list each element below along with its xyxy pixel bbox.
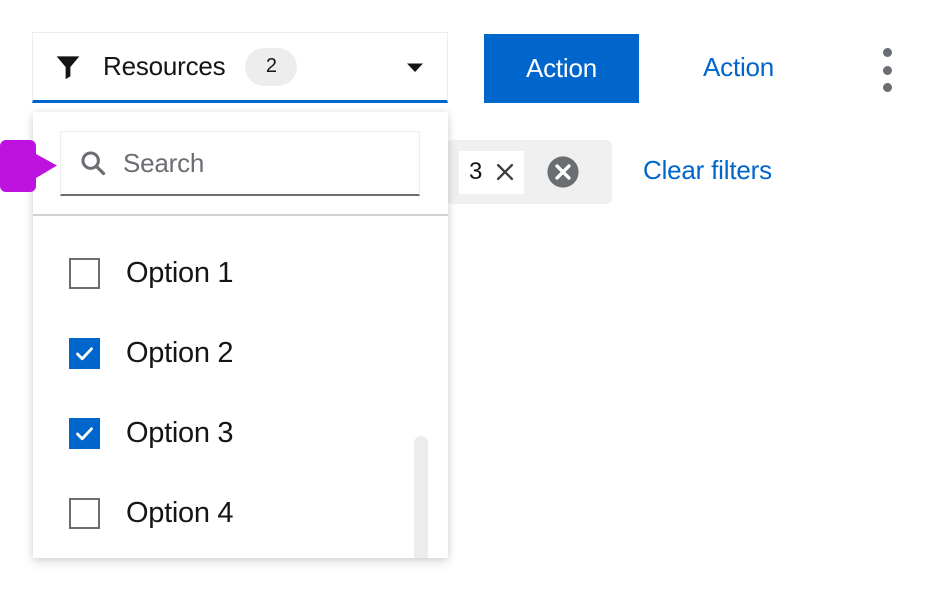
option-row[interactable]: Option 2 — [33, 313, 448, 393]
search-icon — [79, 149, 107, 177]
filter-dropdown-panel: Option 1 Option 2 Option 3 — [33, 112, 448, 558]
filter-count-badge: 2 — [245, 48, 297, 86]
primary-action-button[interactable]: Action — [484, 34, 639, 103]
option-label: Option 2 — [126, 337, 233, 370]
screen-root: Resources 2 Action Action 3 — [0, 0, 950, 610]
kebab-vertical-icon[interactable] — [872, 48, 902, 92]
kebab-dot — [883, 83, 892, 92]
filter-toggle-label: Resources — [103, 51, 225, 82]
checkbox-option-2[interactable] — [69, 338, 100, 369]
option-label: Option 1 — [126, 257, 233, 290]
close-icon[interactable] — [494, 161, 516, 183]
chevron-down-icon — [403, 55, 427, 79]
search-input[interactable] — [123, 144, 448, 182]
kebab-dot — [883, 48, 892, 57]
vertical-scrollbar[interactable] — [414, 324, 428, 558]
filter-toggle-resources[interactable]: Resources 2 — [32, 32, 448, 103]
funnel-icon — [55, 54, 81, 80]
filter-chip-label: 3 — [469, 158, 482, 186]
option-row[interactable]: Option 1 — [33, 233, 448, 313]
chip-group: 3 — [447, 140, 612, 204]
option-row[interactable]: Option 4 — [33, 473, 448, 553]
search-box[interactable] — [60, 131, 420, 196]
kebab-dot — [883, 66, 892, 75]
checkbox-option-3[interactable] — [69, 418, 100, 449]
checkbox-option-1[interactable] — [69, 258, 100, 289]
dropdown-search-area — [33, 112, 448, 214]
option-row[interactable]: Option 3 — [33, 393, 448, 473]
clear-filters-link[interactable]: Clear filters — [643, 155, 772, 186]
checkbox-option-4[interactable] — [69, 498, 100, 529]
secondary-action-link[interactable]: Action — [703, 52, 774, 83]
option-list: Option 1 Option 2 Option 3 — [33, 216, 448, 558]
option-label: Option 4 — [126, 497, 233, 530]
filter-chip[interactable]: 3 — [459, 151, 524, 194]
toolbar: Resources 2 Action Action — [0, 0, 950, 110]
scrollbar-thumb[interactable] — [414, 436, 428, 558]
close-circle-icon[interactable] — [546, 155, 580, 189]
option-label: Option 3 — [126, 417, 233, 450]
